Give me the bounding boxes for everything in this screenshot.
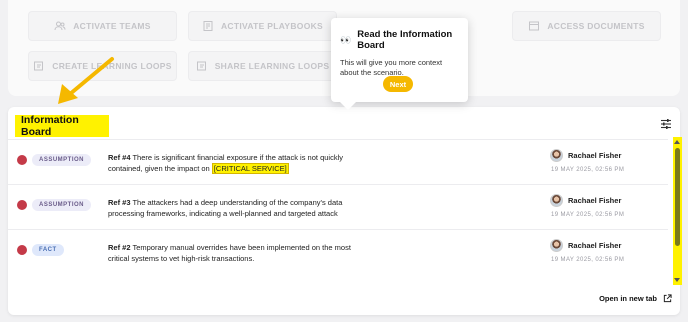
open-in-new-tab-link[interactable]: Open in new tab	[599, 294, 672, 303]
tooltip-title: Read the Information Board	[357, 29, 453, 51]
document-icon	[528, 20, 540, 32]
scroll-up-icon[interactable]	[674, 140, 680, 144]
author-name: Rachael Fisher	[568, 151, 622, 160]
next-button[interactable]: Next	[383, 76, 413, 92]
activate-teams-button[interactable]: ACTIVATE TEAMS	[28, 11, 177, 41]
eyes-icon: 👀	[340, 34, 352, 45]
access-documents-button[interactable]: ACCESS DOCUMENTS	[512, 11, 661, 41]
tooltip-header: 👀 Read the Information Board	[340, 29, 460, 51]
priority-dot	[17, 155, 27, 165]
entry-text: Ref #3 The attackers had a deep understa…	[108, 197, 370, 219]
tour-tooltip: 👀 Read the Information Board This will g…	[331, 18, 468, 110]
avatar	[550, 194, 563, 207]
board-entries: ASSUMPTION Ref #4 There is significant f…	[8, 139, 668, 274]
entry-tag: ASSUMPTION	[32, 199, 92, 211]
activate-playbooks-button[interactable]: ACTIVATE PLAYBOOKS	[188, 11, 337, 41]
open-in-new-tab-label: Open in new tab	[599, 294, 657, 303]
playbook-icon	[202, 20, 214, 32]
entry-highlight: [CRITICAL SERVICE]	[211, 163, 289, 174]
entry-author: Rachael Fisher	[550, 239, 621, 252]
activate-teams-label: ACTIVATE TEAMS	[73, 21, 151, 31]
entry-ref: Ref #2	[108, 243, 131, 252]
entry-ref: Ref #4	[108, 153, 131, 162]
entry-text: Ref #4 There is significant financial ex…	[108, 152, 370, 174]
entry-author: Rachael Fisher	[550, 149, 621, 162]
loop-edit-icon	[33, 60, 45, 72]
board-entry[interactable]: FACT Ref #2 Temporary manual overrides h…	[8, 229, 668, 274]
priority-dot	[17, 200, 27, 210]
author-name: Rachael Fisher	[568, 241, 622, 250]
entry-author: Rachael Fisher	[550, 194, 621, 207]
entry-ref: Ref #3	[108, 198, 131, 207]
annotation-arrow-icon	[58, 57, 114, 104]
entry-body: The attackers had a deep understanding o…	[108, 198, 343, 218]
entry-body: Temporary manual overrides have been imp…	[108, 243, 351, 263]
board-title: Information Board	[15, 114, 109, 138]
external-link-icon	[663, 294, 672, 303]
loop-share-icon	[196, 60, 208, 72]
people-icon	[54, 20, 66, 32]
board-entry[interactable]: ASSUMPTION Ref #4 There is significant f…	[8, 139, 668, 185]
entry-timestamp: 19 MAY 2025, 02:56 PM	[551, 167, 625, 173]
filter-icon[interactable]	[660, 118, 672, 130]
avatar	[550, 149, 563, 162]
share-learning-loops-button[interactable]: SHARE LEARNING LOOPS	[188, 51, 337, 81]
information-board: Information Board ASSUMPTION Ref #4 Ther…	[8, 107, 682, 315]
entry-tag: ASSUMPTION	[32, 154, 92, 166]
entry-tag: FACT	[32, 244, 64, 256]
access-documents-label: ACCESS DOCUMENTS	[547, 21, 645, 31]
author-name: Rachael Fisher	[568, 196, 622, 205]
entry-timestamp: 19 MAY 2025, 02:56 PM	[551, 257, 625, 263]
board-scrollbar[interactable]	[673, 137, 682, 285]
avatar	[550, 239, 563, 252]
scroll-down-icon[interactable]	[674, 278, 680, 282]
tooltip-text: This will give you more context about th…	[340, 58, 443, 77]
entry-timestamp: 19 MAY 2025, 02:56 PM	[551, 212, 625, 218]
priority-dot	[17, 245, 27, 255]
scroll-thumb[interactable]	[675, 148, 680, 246]
board-entry[interactable]: ASSUMPTION Ref #3 The attackers had a de…	[8, 184, 668, 230]
activate-playbooks-label: ACTIVATE PLAYBOOKS	[220, 21, 324, 31]
tooltip-pointer	[340, 102, 356, 110]
share-learning-loops-label: SHARE LEARNING LOOPS	[214, 61, 330, 71]
entry-text: Ref #2 Temporary manual overrides have b…	[108, 242, 370, 264]
